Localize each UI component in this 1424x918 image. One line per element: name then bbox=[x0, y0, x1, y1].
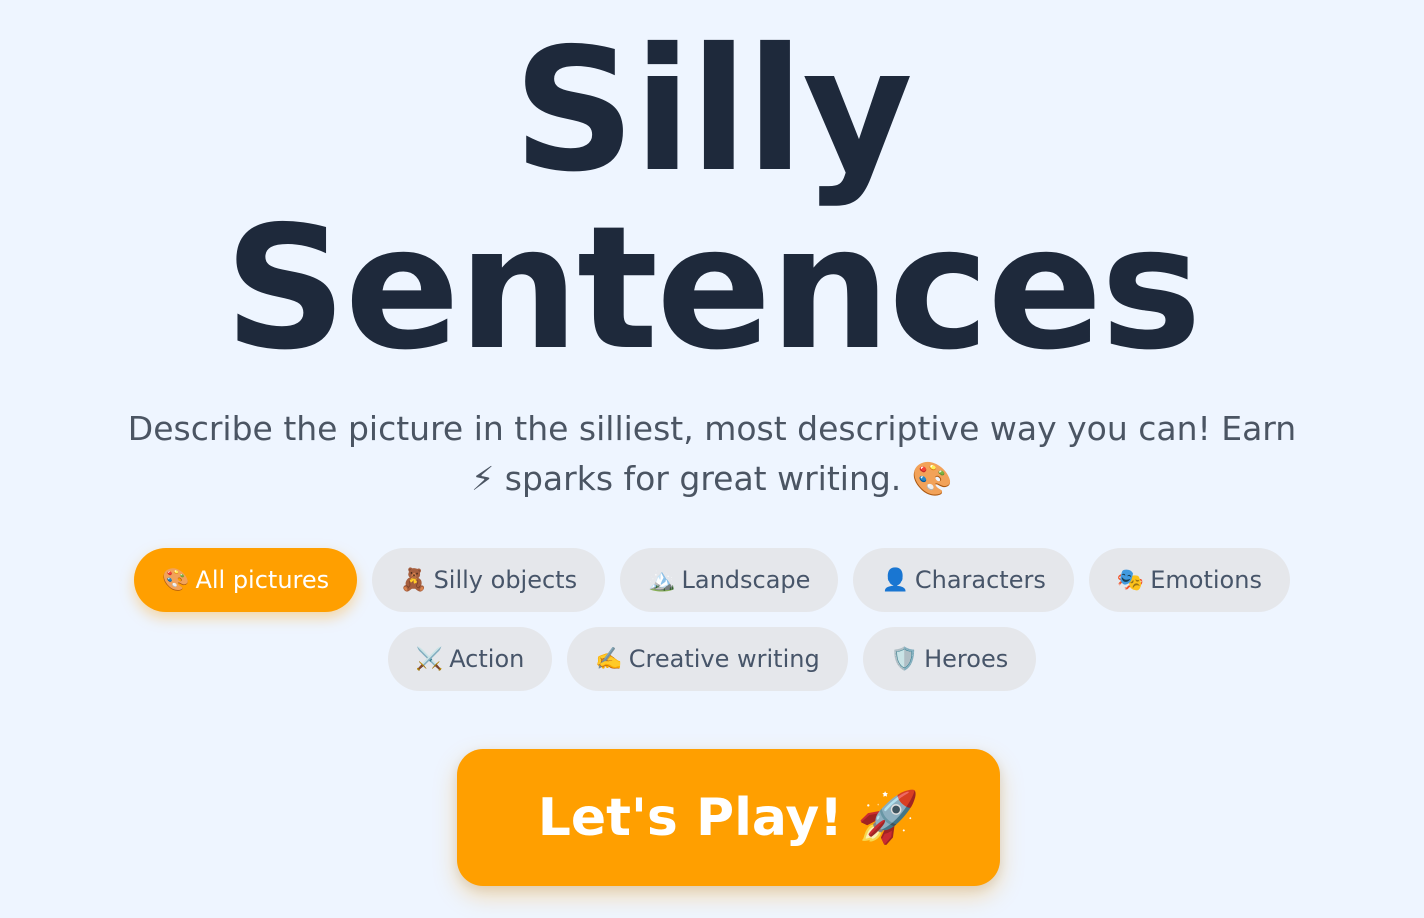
category-filters-row-2: ⚔️ Action ✍️ Creative writing 🛡️ Heroes bbox=[0, 627, 1424, 691]
category-chip-label: Emotions bbox=[1150, 566, 1262, 594]
category-chip-label: Heroes bbox=[924, 645, 1009, 673]
category-chip-label: Characters bbox=[914, 566, 1046, 594]
title-line-1: Silly bbox=[512, 12, 913, 210]
shield-icon: 🛡️ bbox=[890, 646, 919, 672]
rocket-icon: 🚀 bbox=[857, 788, 920, 846]
instructions-text: Describe the picture in the silliest, mo… bbox=[112, 404, 1312, 504]
category-chip-label: Action bbox=[449, 645, 525, 673]
category-filters-row-1: 🎨 All pictures 🧸 Silly objects 🏔️ Landsc… bbox=[0, 548, 1424, 612]
category-chip-action[interactable]: ⚔️ Action bbox=[387, 627, 553, 691]
category-chip-heroes[interactable]: 🛡️ Heroes bbox=[862, 627, 1037, 691]
title-line-2: Sentences bbox=[224, 190, 1202, 388]
category-chip-creative-writing[interactable]: ✍️ Creative writing bbox=[567, 627, 848, 691]
category-chip-landscape[interactable]: 🏔️ Landscape bbox=[620, 548, 839, 612]
crossed-swords-icon: ⚔️ bbox=[415, 646, 444, 672]
instructions-text-start: Describe the picture in the silliest, mo… bbox=[127, 409, 1297, 448]
category-chip-label: Creative writing bbox=[628, 645, 820, 673]
lets-play-button[interactable]: Let's Play! 🚀 bbox=[457, 749, 1000, 886]
palette-icon: 🎨 bbox=[911, 459, 953, 498]
lightning-icon: ⚡ bbox=[471, 459, 495, 498]
teddy-bear-icon: 🧸 bbox=[400, 567, 428, 593]
start-screen: Silly Sentences Describe the picture in … bbox=[0, 0, 1424, 918]
lets-play-label: Let's Play! bbox=[537, 787, 843, 848]
category-chip-characters[interactable]: 👤 Characters bbox=[853, 548, 1074, 612]
category-chip-all-pictures[interactable]: 🎨 All pictures bbox=[134, 548, 358, 612]
category-chip-label: Landscape bbox=[681, 566, 811, 594]
category-chip-label: All pictures bbox=[195, 566, 330, 594]
person-silhouette-icon: 👤 bbox=[881, 567, 909, 593]
category-chip-emotions[interactable]: 🎭 Emotions bbox=[1088, 548, 1290, 612]
page-title: Silly Sentences bbox=[0, 22, 1424, 378]
instructions-text-end: sparks for great writing. bbox=[504, 459, 902, 498]
category-chip-label: Silly objects bbox=[433, 566, 578, 594]
category-chip-silly-objects[interactable]: 🧸 Silly objects bbox=[372, 548, 606, 612]
mountain-icon: 🏔️ bbox=[648, 567, 676, 593]
palette-icon: 🎨 bbox=[162, 567, 190, 593]
writing-hand-icon: ✍️ bbox=[595, 646, 623, 672]
theater-masks-icon: 🎭 bbox=[1116, 567, 1145, 593]
